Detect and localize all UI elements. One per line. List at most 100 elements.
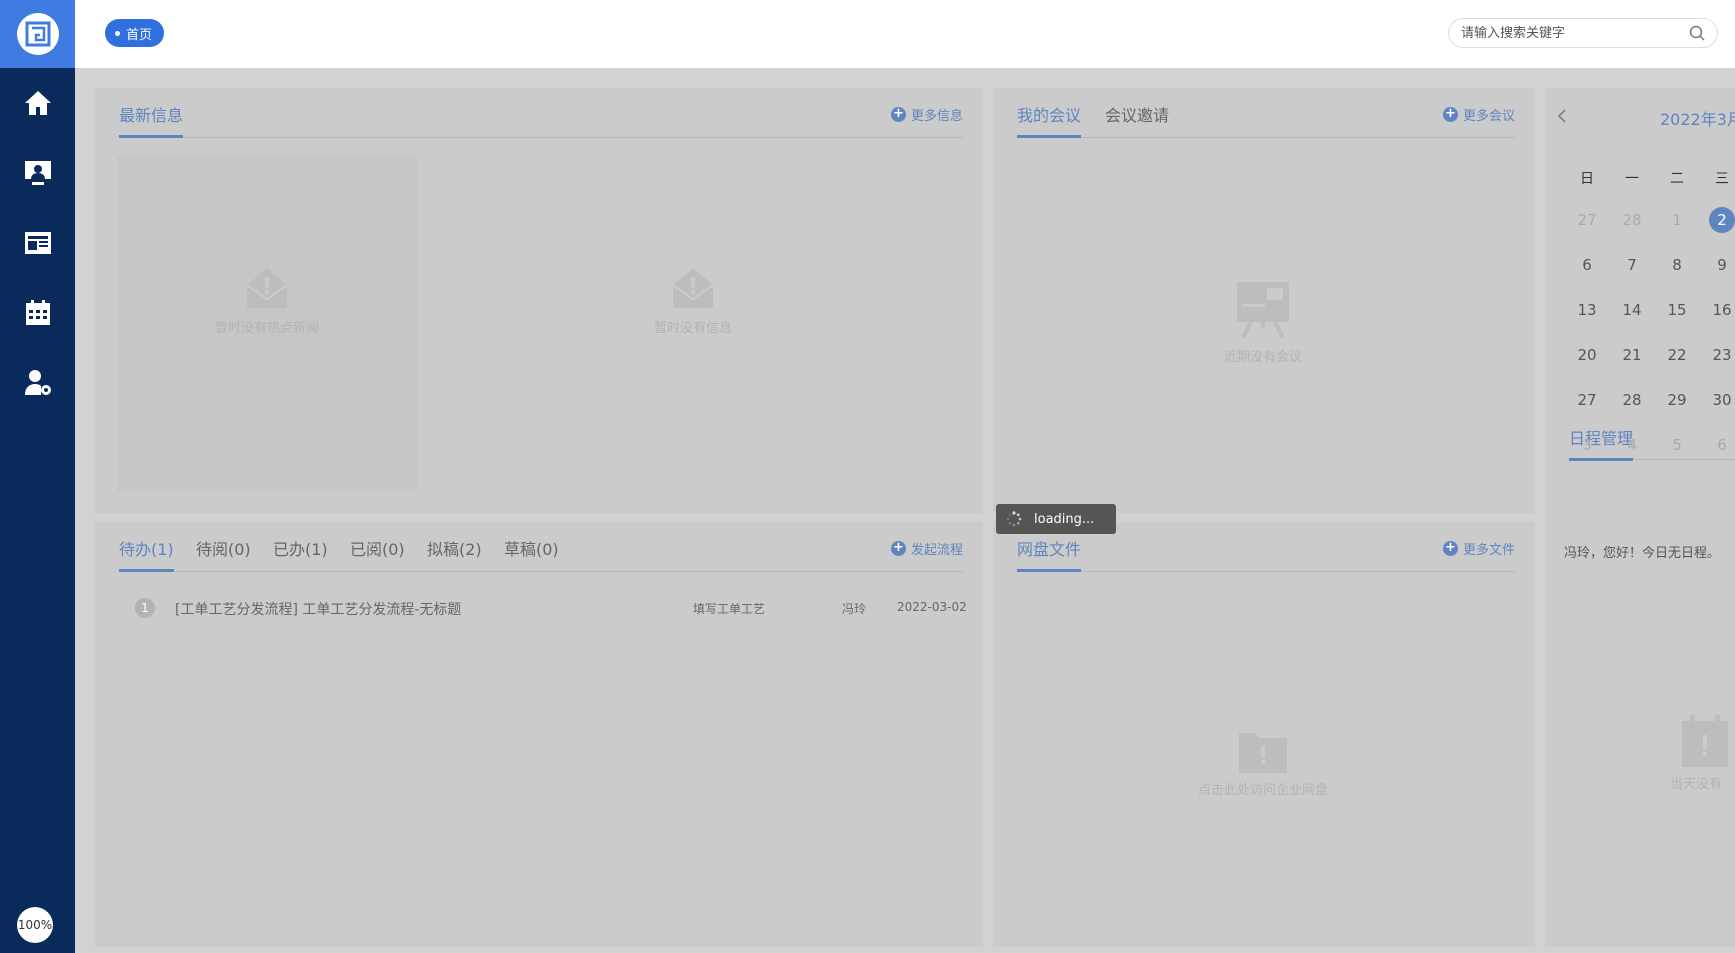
search-box <box>1448 18 1718 48</box>
sidebar: 100% <box>0 0 75 953</box>
disk-empty-text[interactable]: 点击此处访问企业网盘 <box>1173 779 1353 798</box>
row-date: 2022-03-02 <box>897 600 967 614</box>
schedule-greeting: 冯玲，您好！今日无日程。 <box>1564 546 1721 561</box>
chevron-left-icon[interactable] <box>1557 109 1567 123</box>
tab-disk-files[interactable]: 网盘文件 <box>1017 536 1082 572</box>
start-process-link[interactable]: + 发起流程 <box>890 539 963 558</box>
calendar-day[interactable]: 29 <box>1657 385 1697 415</box>
plus-icon: + <box>890 107 906 122</box>
calendar-alert-icon <box>1682 715 1728 767</box>
loading-toast: loading... <box>996 504 1116 534</box>
tab-to-read[interactable]: 待阅(0) <box>196 536 251 572</box>
calendar-month: 2022年3月 <box>1660 110 1735 129</box>
logo-icon <box>16 13 59 55</box>
calendar-day[interactable]: 3 <box>1567 430 1607 460</box>
calendar-day[interactable]: 20 <box>1567 340 1607 370</box>
start-process-label: 发起流程 <box>910 543 963 558</box>
plus-icon: + <box>890 541 906 556</box>
sidebar-item-home[interactable] <box>0 68 75 138</box>
calendar-day[interactable]: 27 <box>1567 385 1607 415</box>
calendar-day[interactable]: 16 <box>1702 295 1735 325</box>
calendar-day[interactable]: 27 <box>1567 205 1607 235</box>
sidebar-item-calendar[interactable] <box>0 278 75 348</box>
calendar-day[interactable]: 9 <box>1702 250 1735 280</box>
news-panel-header: 最新信息 + 更多信息 <box>119 88 963 138</box>
tab-drafts[interactable]: 草稿(0) <box>504 536 559 572</box>
sidebar-item-news[interactable] <box>0 208 75 278</box>
calendar-day-today[interactable]: 2 <box>1702 205 1735 235</box>
calendar-day[interactable]: 14 <box>1612 295 1652 325</box>
workflow-panel: 待办(1) 待阅(0) 已办(1) 已阅(0) 拟稿(2) 草稿(0) + 发起流… <box>95 522 983 947</box>
tab-done[interactable]: 已办(1) <box>273 536 328 572</box>
more-info-link[interactable]: + 更多信息 <box>890 105 963 124</box>
calendar-icon <box>25 300 50 325</box>
calendar-day[interactable]: 1 <box>1657 205 1697 235</box>
weekday-wed: 三 <box>1715 171 1729 187</box>
weekday-sun: 日 <box>1580 171 1594 187</box>
presentation-board-icon <box>1237 282 1289 339</box>
disk-panel: 网盘文件 + 更多文件 点击此处访问企业网盘 <box>993 522 1535 947</box>
breadcrumb-label: 首页 <box>126 27 153 43</box>
calendar-day[interactable]: 6 <box>1567 250 1607 280</box>
row-index: 1 <box>135 598 155 618</box>
calendar-day[interactable]: 23 <box>1702 340 1735 370</box>
calendar-day[interactable]: 28 <box>1612 385 1652 415</box>
calendar-day[interactable]: 5 <box>1657 430 1697 460</box>
more-files-label: 更多文件 <box>1462 543 1515 558</box>
meeting-empty-text: 近期没有会议 <box>1223 350 1302 365</box>
user-settings-icon <box>24 370 51 395</box>
weekday-tue: 二 <box>1670 171 1684 187</box>
row-step: 填写工单工艺 <box>693 602 766 616</box>
calendar-day[interactable]: 15 <box>1657 295 1697 325</box>
more-meetings-label: 更多会议 <box>1462 109 1515 124</box>
folder-alert-icon <box>1239 733 1287 773</box>
table-row[interactable]: 1 [工单工艺分发流程] 工单工艺分发流程-无标题 填写工单工艺 冯玲 2022… <box>130 596 970 620</box>
more-meetings-link[interactable]: + 更多会议 <box>1442 105 1515 124</box>
row-title[interactable]: [工单工艺分发流程] 工单工艺分发流程-无标题 <box>175 599 461 619</box>
mail-alert-icon <box>672 268 714 308</box>
calendar-day[interactable]: 13 <box>1567 295 1607 325</box>
tab-drafting[interactable]: 拟稿(2) <box>427 536 482 572</box>
monitor-user-icon <box>24 161 51 185</box>
hot-news-empty: 暂时没有热点新闻 <box>197 263 337 336</box>
news-icon <box>24 232 51 254</box>
search-input[interactable] <box>1461 25 1689 41</box>
tab-meeting-invites[interactable]: 会议邀请 <box>1105 102 1169 138</box>
calendar-day[interactable]: 22 <box>1657 340 1697 370</box>
dot-icon <box>115 30 120 36</box>
plus-icon: + <box>1442 107 1458 122</box>
schedule-empty: 当天没有 <box>1670 713 1735 792</box>
tab-latest-info[interactable]: 最新信息 <box>119 102 184 138</box>
app-logo[interactable] <box>0 0 75 68</box>
loading-text: loading... <box>1034 511 1095 527</box>
disk-empty[interactable]: 点击此处访问企业网盘 <box>1173 727 1353 798</box>
sidebar-item-user-settings[interactable] <box>0 348 75 418</box>
more-files-link[interactable]: + 更多文件 <box>1442 539 1515 558</box>
meeting-panel: 我的会议 会议邀请 + 更多会议 近期没有会议 <box>993 88 1535 513</box>
search-icon[interactable] <box>1689 25 1705 41</box>
calendar-day[interactable]: 4 <box>1612 430 1652 460</box>
row-user: 冯玲 <box>842 602 867 616</box>
calendar-day[interactable]: 28 <box>1612 205 1652 235</box>
calendar-day[interactable]: 30 <box>1702 385 1735 415</box>
more-info-label: 更多信息 <box>910 109 963 124</box>
calendar-day[interactable]: 7 <box>1612 250 1652 280</box>
hot-news-empty-text: 暂时没有热点新闻 <box>214 321 319 336</box>
zoom-level[interactable]: 100% <box>17 907 53 943</box>
calendar-day[interactable]: 21 <box>1612 340 1652 370</box>
tab-my-meetings[interactable]: 我的会议 <box>1017 102 1082 138</box>
breadcrumb-home[interactable]: 首页 <box>105 19 165 47</box>
calendar-day[interactable]: 8 <box>1657 250 1697 280</box>
tab-read[interactable]: 已阅(0) <box>350 536 405 572</box>
top-bar: 首页 <box>75 0 1735 68</box>
schedule-empty-text: 当天没有 <box>1670 777 1723 792</box>
info-empty-text: 暂时没有信息 <box>653 321 732 336</box>
weekday-mon: 一 <box>1625 171 1639 187</box>
meeting-empty: 近期没有会议 <box>1193 278 1333 365</box>
plus-icon: + <box>1442 541 1458 556</box>
calendar-day[interactable]: 6 <box>1702 430 1735 460</box>
spinner-icon <box>1007 511 1022 527</box>
info-empty: 暂时没有信息 <box>623 263 763 336</box>
tab-todo[interactable]: 待办(1) <box>119 536 174 572</box>
sidebar-item-workspace[interactable] <box>0 138 75 208</box>
